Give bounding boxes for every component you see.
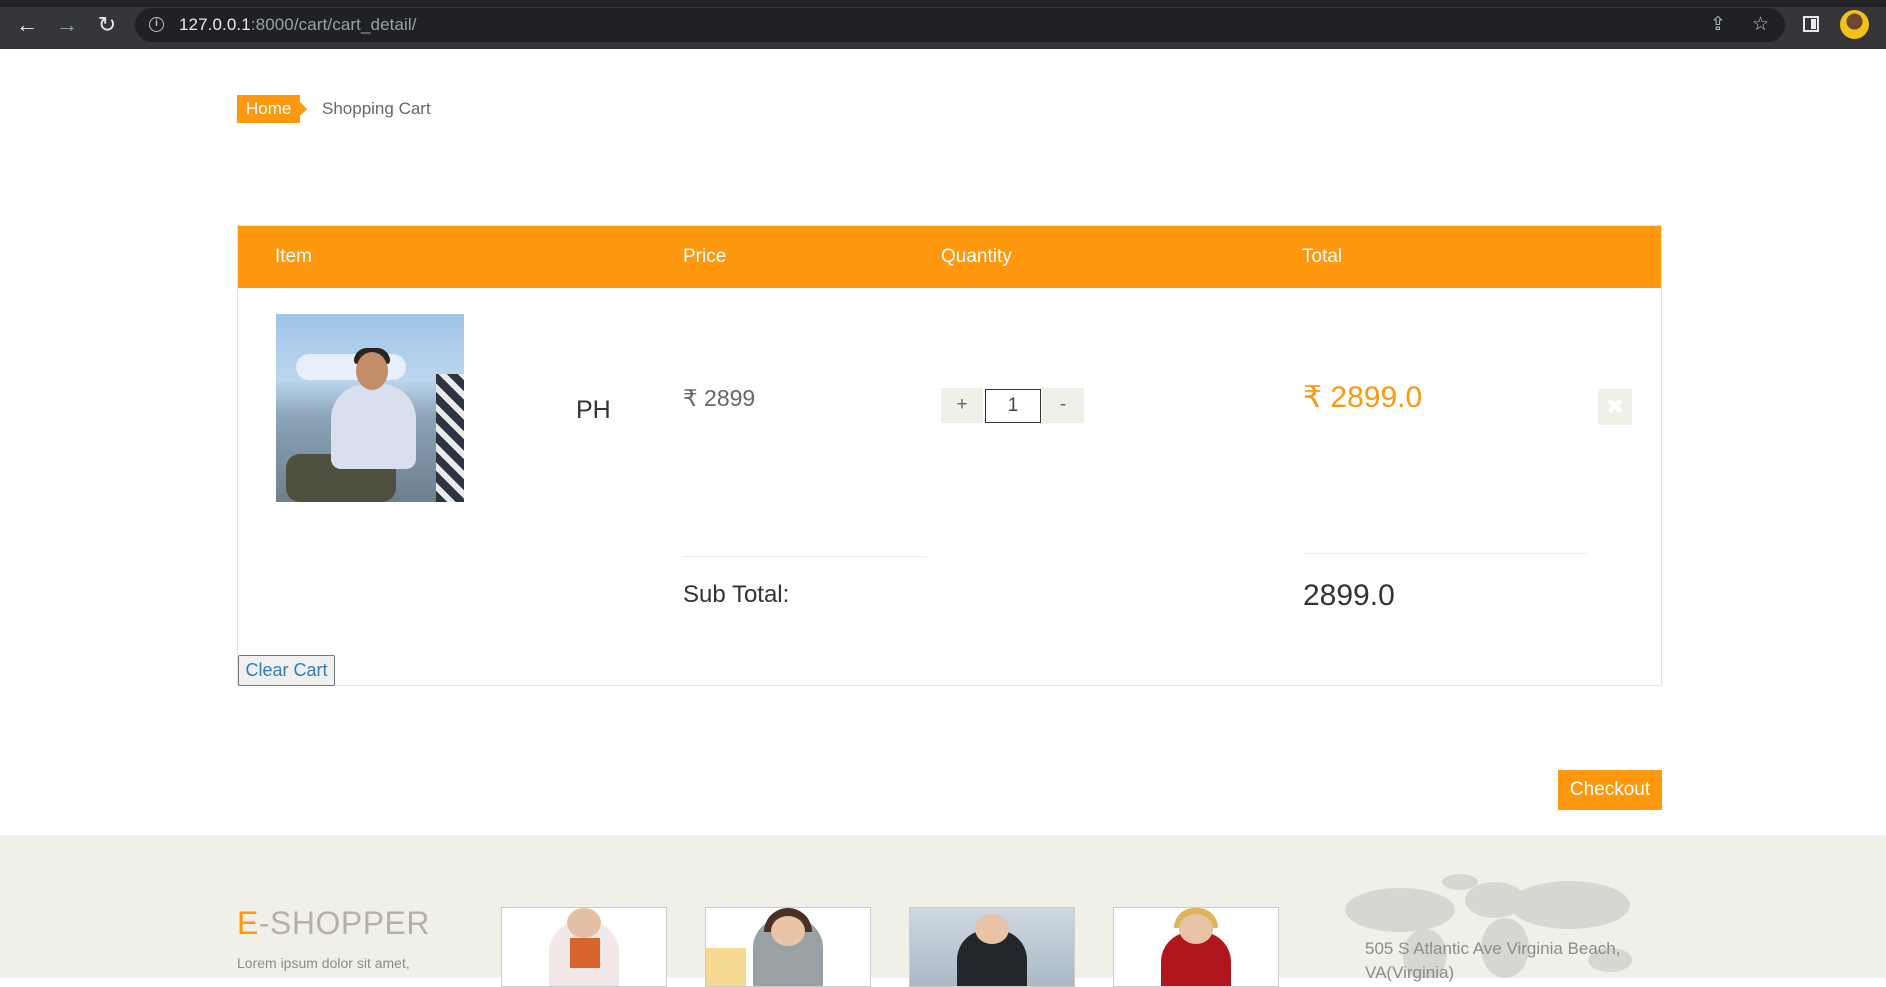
browser-toolbar: ← → ↻ i 127.0.0.1:8000/cart/cart_detail/… <box>0 0 1886 49</box>
logo-text: -SHOPPER <box>258 905 430 941</box>
divider <box>683 556 927 557</box>
delete-icon[interactable]: ✖ <box>1598 389 1632 425</box>
star-icon[interactable]: ☆ <box>1752 14 1769 36</box>
share-icon[interactable]: ⇪ <box>1710 14 1726 36</box>
product-image[interactable] <box>276 314 464 502</box>
profile-avatar[interactable] <box>1840 10 1869 39</box>
footer-video-thumbnail[interactable] <box>501 907 667 987</box>
url-path: :8000/cart/cart_detail/ <box>250 15 417 34</box>
clear-cart-button[interactable]: Clear Cart <box>238 655 335 686</box>
tab-strip <box>0 0 1886 7</box>
side-panel-icon[interactable] <box>1803 16 1819 32</box>
header-total: Total <box>1302 246 1343 267</box>
site-info-icon[interactable]: i <box>149 17 164 32</box>
header-price: Price <box>683 246 727 267</box>
cart-table-header: Item Price Quantity Total <box>238 226 1661 288</box>
footer-video-thumbnail[interactable] <box>705 907 871 987</box>
back-arrow-icon[interactable]: ← <box>12 12 42 38</box>
header-quantity: Quantity <box>941 246 1012 267</box>
forward-arrow-icon[interactable]: → <box>52 12 82 38</box>
footer-video-thumbnail[interactable] <box>909 907 1075 987</box>
header-item: Item <box>275 246 312 267</box>
reload-icon[interactable]: ↻ <box>92 12 122 38</box>
product-name[interactable]: PH <box>576 396 611 425</box>
checkout-button[interactable]: Checkout <box>1558 770 1662 810</box>
quantity-decrease-button[interactable]: - <box>1042 388 1084 423</box>
footer-logo[interactable]: E-SHOPPER <box>237 905 430 942</box>
url-host: 127.0.0.1 <box>179 15 251 34</box>
footer-video-thumbnail[interactable] <box>1113 907 1279 987</box>
breadcrumb-current: Shopping Cart <box>322 99 431 118</box>
breadcrumb-home[interactable]: Home <box>237 95 308 123</box>
line-total: ₹ 2899.0 <box>1303 381 1423 414</box>
logo-letter: E <box>237 905 259 941</box>
address-bar[interactable]: i 127.0.0.1:8000/cart/cart_detail/ ⇪ ☆ <box>135 8 1785 42</box>
url-text[interactable]: 127.0.0.1:8000/cart/cart_detail/ <box>179 15 417 35</box>
subtotal-label: Sub Total: <box>683 581 790 608</box>
subtotal-value: 2899.0 <box>1303 579 1395 612</box>
quantity-input[interactable] <box>985 389 1041 423</box>
quantity-increase-button[interactable]: + <box>941 388 983 423</box>
footer-description: Lorem ipsum dolor sit amet, <box>237 955 410 971</box>
product-price: ₹ 2899 <box>683 385 756 411</box>
divider <box>1303 553 1587 554</box>
